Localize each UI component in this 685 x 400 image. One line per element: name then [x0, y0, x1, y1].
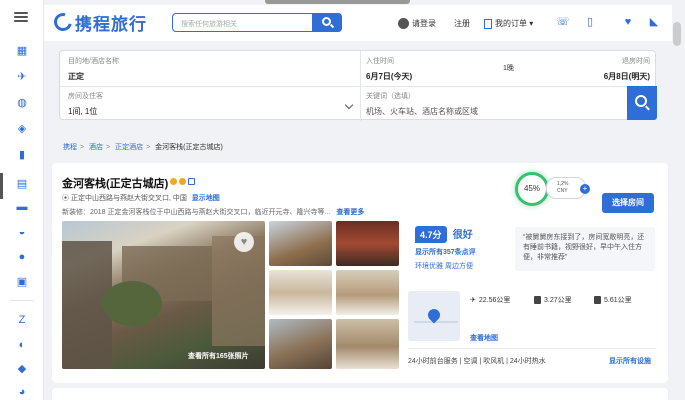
active-indicator: [0, 173, 3, 199]
cruise-icon[interactable]: ▬: [15, 200, 29, 214]
globe-icon[interactable]: ●: [15, 250, 29, 264]
bus-icon[interactable]: ◈: [15, 122, 29, 136]
all-facilities-link[interactable]: 显示所有设施: [609, 356, 651, 366]
hotel-rating-diamonds: [170, 178, 195, 185]
photo-thumbnail[interactable]: [269, 221, 332, 266]
hotel-intro: 新装修：2018 正定金河客栈位于中山西路与燕赵大街交叉口，临近开元寺、隆兴寺等…: [62, 209, 365, 216]
account-icon[interactable]: ◣: [648, 16, 660, 28]
distance-airport: ✈ 22.56公里: [470, 297, 511, 304]
rating-block: 4.7分 很好 显示所有357条点评 环境优雅 周边方便: [415, 226, 476, 271]
flight-icon[interactable]: ✈: [15, 70, 29, 84]
photo-thumbnail[interactable]: [336, 221, 399, 266]
plus-icon[interactable]: +: [580, 184, 590, 194]
hotel-search-panel: 目的地/酒店名称 正定 入住时间 6月7日(今天) 1晚 退房时间 6月8日(明…: [59, 50, 657, 121]
price-indicator: 1,2% CNY +: [546, 177, 590, 199]
rating-score: 4.7分: [415, 226, 447, 243]
hotel-detail-card: 金河客栈(正定古城店) ⦿ 正定中山西路与燕赵大街交叉口, 中国 显示地图 新装…: [52, 163, 668, 383]
favorite-heart-icon[interactable]: ♥: [234, 232, 254, 252]
top-header: 携程旅行 搜索任何旅游相关 请登录 注册 我的订单 ▾ ☏ ▯ ♥ ◣: [44, 5, 672, 41]
train-icon[interactable]: ◍: [15, 96, 29, 110]
logo-mark-icon: [50, 9, 76, 35]
breadcrumb-home[interactable]: 携程: [63, 144, 77, 151]
hotel-name: 金河客栈(正定古城店): [62, 178, 169, 190]
hotel-search-button[interactable]: [627, 86, 657, 120]
review-snippet[interactable]: “被舅舅房东接到了，房间宽敞明亮，还有睡前书籍，视野很好，早中午入住方便，非常推…: [515, 227, 655, 271]
breadcrumb-hotels[interactable]: 酒店: [89, 144, 103, 151]
hotel-address: ⦿ 正定中山西路与燕赵大街交叉口, 中国 显示地图: [62, 195, 220, 202]
rooms-guests-field[interactable]: 房间及住客 1间, 1位: [68, 91, 358, 119]
photo-thumbnail[interactable]: [336, 270, 399, 315]
train-icon: [534, 296, 541, 304]
breadcrumb-current: 金河客栈(正定古城店): [155, 144, 223, 151]
checkin-field[interactable]: 入住时间 6月7日(今天): [366, 56, 412, 82]
deals-icon[interactable]: ▣: [15, 275, 29, 289]
show-map-link[interactable]: 显示地图: [192, 195, 220, 202]
logo-text: 携程旅行: [75, 14, 147, 35]
breadcrumb-city-hotels[interactable]: 正定酒店: [115, 144, 143, 151]
tour-icon[interactable]: ▮: [15, 148, 29, 162]
facilities-list: 24小时前台服务 | 空调 | 吹风机 | 24小时热水: [408, 358, 546, 365]
sidebar-divider: [10, 300, 34, 301]
rating-tags: 环境优雅 周边方便: [415, 263, 473, 270]
window-drag-handle[interactable]: [265, 0, 410, 4]
info-icon: [188, 178, 195, 185]
guide-icon[interactable]: ◐: [15, 338, 29, 352]
location-pin-icon: ⦿: [62, 195, 71, 202]
all-reviews-link[interactable]: 显示所有357条点评: [415, 247, 476, 257]
sidebar: ▦ ✈ ◍ ◈ ▮ ▤ ▬ ◒ ● ▣ Z ◐ ◆ ◕: [0, 0, 44, 400]
all-photos-link[interactable]: 查看所有165张照片: [188, 351, 249, 361]
breadcrumb: 携程 > 酒店 > 正定酒店 > 金河客栈(正定古城店): [63, 144, 223, 151]
vertical-scrollbar[interactable]: [673, 22, 681, 46]
menu-icon[interactable]: [14, 12, 28, 22]
score-badge: 45%: [515, 172, 549, 206]
user-avatar-icon: [398, 18, 409, 29]
main-hotel-photo[interactable]: ♥ 查看所有165张照片: [62, 221, 265, 369]
photo-thumbnail[interactable]: [336, 319, 399, 369]
next-section: [52, 388, 668, 400]
login-link[interactable]: 请登录: [398, 18, 436, 29]
plane-icon: ✈: [470, 297, 476, 304]
photo-thumbnail[interactable]: [269, 270, 332, 315]
keyword-input[interactable]: 关键词（选填） 机场、火车站、酒店名称或区域: [366, 91, 478, 117]
search-placeholder: 搜索任何旅游相关: [181, 21, 237, 28]
checkout-field[interactable]: 退房时间 6月8日(明天): [598, 56, 650, 82]
register-link[interactable]: 注册: [454, 18, 470, 29]
orders-icon: [484, 18, 492, 29]
distance-station: 3.27公里: [534, 295, 572, 305]
ticket-icon[interactable]: ▤: [15, 177, 29, 191]
see-more-link[interactable]: 查看更多: [336, 209, 364, 216]
mobile-icon[interactable]: ▯: [584, 16, 596, 28]
rating-word: 很好: [452, 230, 473, 241]
support-icon[interactable]: ☏: [556, 16, 570, 28]
ctrip-logo[interactable]: 携程旅行: [50, 9, 147, 35]
photo-thumbnail[interactable]: [269, 319, 332, 369]
building-icon: [594, 296, 601, 304]
select-room-button[interactable]: 选择房间: [602, 193, 654, 213]
more-icon[interactable]: ◕: [15, 385, 29, 399]
visa-icon[interactable]: Z: [15, 313, 29, 327]
hotel-icon[interactable]: ▦: [15, 44, 29, 58]
map-icon[interactable]: ◆: [15, 362, 29, 376]
favorites-icon[interactable]: ♥: [622, 16, 634, 28]
search-button[interactable]: [312, 13, 342, 32]
my-orders-menu[interactable]: 我的订单 ▾: [484, 18, 533, 29]
car-icon[interactable]: ◒: [15, 225, 29, 239]
map-thumbnail[interactable]: [408, 291, 460, 341]
destination-field[interactable]: 目的地/酒店名称 正定: [68, 56, 119, 82]
distance-center: 5.61公里: [594, 295, 632, 305]
view-map-link[interactable]: 查看地图: [470, 333, 498, 343]
nights-count: 1晚: [503, 65, 514, 72]
global-search-input[interactable]: 搜索任何旅游相关: [172, 13, 342, 32]
